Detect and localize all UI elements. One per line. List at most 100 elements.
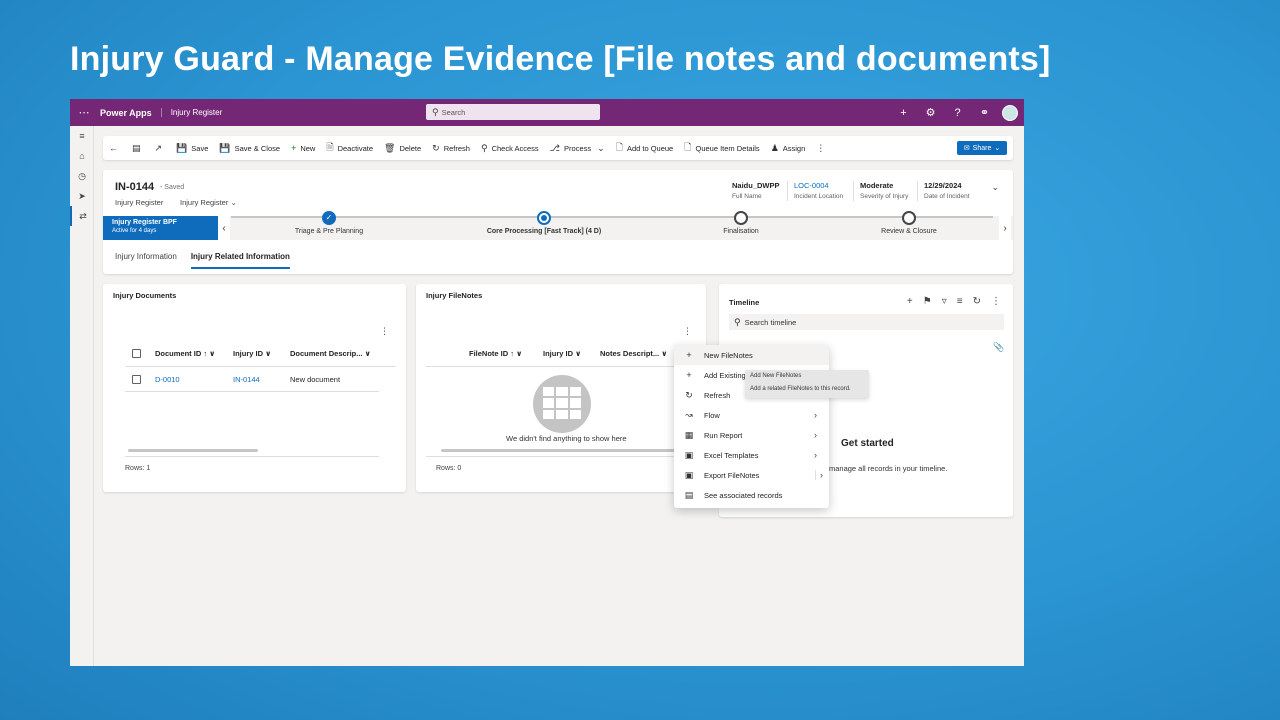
attachment-icon[interactable]: 📎 — [993, 342, 1004, 353]
expand-header-chevron-icon[interactable]: ⌄ — [991, 182, 999, 193]
app-launcher-icon[interactable]: ⋯ — [72, 106, 96, 119]
deactivate-button[interactable]: 🗎 Deactivate — [326, 140, 373, 156]
refresh-button[interactable]: ↻ Refresh — [432, 143, 470, 154]
chevron-down-icon: ⌄ — [597, 142, 605, 153]
menu-icon[interactable]: ≡ — [70, 126, 94, 146]
table-row[interactable]: D-0010 IN-0144 New document — [132, 375, 380, 384]
new-button[interactable]: + New — [291, 143, 315, 153]
chevron-right-icon[interactable]: › — [815, 470, 823, 480]
column-injury-id[interactable]: Injury ID ∨ — [543, 349, 600, 358]
date-value: 12/29/2024 — [924, 181, 962, 190]
more-icon[interactable]: ⋮ — [380, 326, 389, 337]
horizontal-scrollbar[interactable] — [128, 449, 258, 452]
menu-item-label: Run Report — [704, 430, 743, 440]
tooltip-description: Add a related FileNotes to this record. — [750, 386, 851, 392]
save-status: - Saved — [160, 184, 185, 191]
add-icon[interactable]: + — [890, 107, 917, 119]
column-notes-description[interactable]: Notes Descript... ∨ — [600, 349, 680, 358]
select-all-checkbox[interactable] — [132, 349, 141, 358]
row-checkbox[interactable] — [132, 375, 141, 384]
horizontal-scrollbar[interactable] — [441, 449, 677, 452]
chevron-right-icon: › — [814, 410, 817, 420]
divider — [426, 456, 684, 457]
stage-review-closure[interactable]: Review & Closure — [829, 211, 989, 235]
list-icon[interactable]: ≡ — [957, 296, 963, 307]
menu-item-flow[interactable]: ↝ Flow › — [674, 405, 829, 425]
tab-injury-information[interactable]: Injury Information — [115, 252, 177, 269]
timeline-search-placeholder: Search timeline — [744, 317, 797, 327]
check-access-label: Check Access — [491, 143, 539, 153]
avatar[interactable] — [1002, 104, 1018, 121]
injury-id-link[interactable]: IN-0144 — [233, 375, 290, 384]
excel-icon: ▣ — [684, 469, 694, 480]
pending-stage-icon — [734, 211, 748, 225]
popout-button[interactable]: ↗ — [155, 143, 167, 154]
full-name-label: Full Name — [732, 193, 762, 200]
timeline-search-input[interactable]: ⚲ Search timeline — [729, 314, 1004, 330]
stage-label: Finalisation — [723, 228, 759, 235]
deactivate-label: Deactivate — [337, 143, 374, 153]
process-button[interactable]: ⎇ Process ⌄ — [550, 143, 605, 154]
form-selector[interactable]: Injury Register ⌄ — [180, 198, 237, 207]
documents-title: Injury Documents — [113, 291, 177, 300]
document-id-link[interactable]: D-0010 — [155, 375, 233, 384]
menu-item-label: Add Existing — [704, 370, 746, 380]
bpf-prev-button[interactable]: ‹ — [218, 216, 230, 240]
menu-item-excel-templates[interactable]: ▣ Excel Templates › — [674, 445, 829, 465]
pinned-icon[interactable]: ➤ — [70, 186, 94, 206]
chevron-right-icon: › — [814, 450, 817, 460]
more-icon[interactable]: ⋮ — [683, 326, 692, 337]
bpf-next-button[interactable]: › — [999, 216, 1011, 240]
add-icon[interactable]: + — [907, 296, 913, 307]
location-link[interactable]: LOC-0004 — [794, 181, 843, 190]
recent-icon[interactable]: ◷ — [70, 166, 94, 186]
bpf-flyout-button[interactable]: Injury Register BPF Active for 4 days — [103, 216, 218, 240]
left-nav: ≡ ⌂ ◷ ➤ ⇄ — [70, 126, 94, 666]
queue-item-details-label: Queue Item Details — [695, 143, 760, 153]
entity-icon[interactable]: ⇄ — [70, 206, 94, 226]
help-icon[interactable]: ? — [944, 107, 971, 119]
back-button[interactable]: ← — [109, 143, 122, 153]
add-to-queue-button[interactable]: 🗋 Add to Queue — [616, 140, 674, 156]
home-icon[interactable]: ⌂ — [70, 146, 94, 166]
global-search-input[interactable]: ⚲ Search — [426, 104, 600, 120]
copilot-icon[interactable]: ⚭ — [971, 106, 998, 119]
save-close-button[interactable]: 💾 Save & Close — [219, 143, 280, 154]
menu-item-see-associated-records[interactable]: ▤ See associated records — [674, 485, 829, 505]
more-icon[interactable]: ⋮ — [991, 296, 1001, 307]
bookmark-icon[interactable]: ⚑ — [923, 296, 932, 307]
menu-item-export-filenotes[interactable]: ▣ Export FileNotes › — [674, 465, 829, 485]
queue-item-details-button[interactable]: 🗋 Queue Item Details — [684, 140, 759, 156]
command-bar: ← ▤ ↗ 💾 Save 💾 Save & Close + New 🗎 Deactiva… — [103, 136, 1013, 160]
assign-button[interactable]: ♟ Assign — [771, 143, 806, 154]
column-document-id[interactable]: Document ID ↑ ∨ — [155, 349, 233, 358]
brand-name[interactable]: Power Apps — [100, 108, 152, 118]
stage-core-processing[interactable]: Core Processing [Fast Track] (4 D) — [464, 211, 624, 235]
top-bar: ⋯ Power Apps Injury Register ⚲ Search + … — [70, 99, 1024, 126]
share-button[interactable]: ✉ Share ⌄ — [957, 141, 1007, 155]
check-access-button[interactable]: ⚲ Check Access — [481, 143, 539, 154]
more-commands-button[interactable]: ⋮ — [816, 143, 829, 154]
form-view-button[interactable]: ▤ — [132, 143, 145, 154]
column-injury-id[interactable]: Injury ID ∨ — [233, 349, 290, 358]
stage-triage[interactable]: ✓ Triage & Pre Planning — [249, 211, 409, 235]
chevron-right-icon: › — [1003, 222, 1007, 234]
delete-button[interactable]: 🗑 Delete — [384, 143, 421, 154]
stage-label: Review & Closure — [881, 228, 937, 235]
save-button[interactable]: 💾 Save — [176, 143, 208, 154]
tab-injury-related-information[interactable]: Injury Related Information — [190, 252, 290, 269]
column-filenote-id[interactable]: FileNote ID ↑ ∨ — [469, 349, 543, 358]
menu-item-run-report[interactable]: ▦ Run Report › — [674, 425, 829, 445]
menu-item-new-filenotes[interactable]: + New FileNotes — [674, 345, 829, 365]
search-placeholder: Search — [441, 107, 466, 117]
header-field-date: 12/29/2024 Date of Incident — [924, 181, 970, 200]
chevron-right-icon: › — [814, 430, 817, 440]
refresh-icon[interactable]: ↻ — [973, 296, 981, 307]
app-name[interactable]: Injury Register — [160, 108, 222, 117]
plus-icon: + — [686, 370, 692, 380]
settings-icon[interactable]: ⚙ — [917, 106, 944, 119]
column-document-description[interactable]: Document Descrip... ∨ — [290, 349, 380, 358]
trash-icon: 🗑 — [384, 142, 396, 153]
filter-icon[interactable]: ▿ — [942, 296, 947, 307]
stage-finalisation[interactable]: Finalisation — [661, 211, 821, 235]
